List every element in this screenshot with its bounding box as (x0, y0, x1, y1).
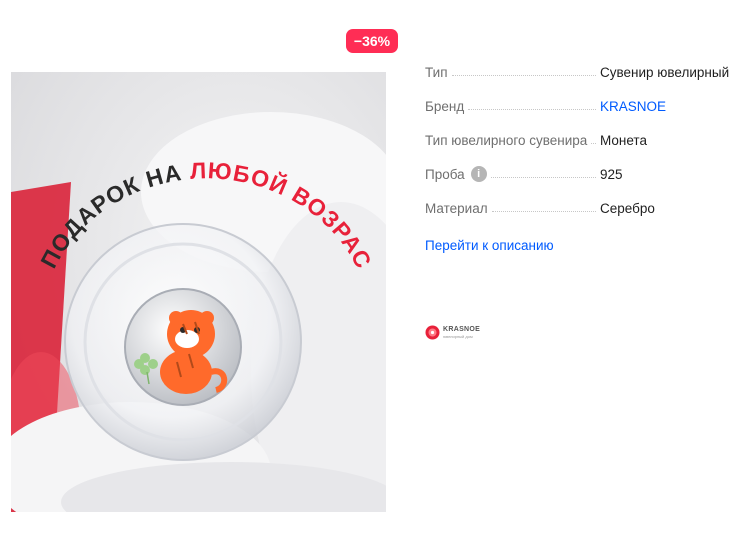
brand-link[interactable]: KRASNOE (600, 99, 730, 114)
spec-row-material: Материал Серебро (425, 196, 730, 216)
dotted-leader (451, 75, 596, 76)
spec-label: Тип ювелирного сувенира (425, 133, 588, 148)
dotted-leader (591, 143, 596, 144)
spec-value: Сувенир ювелирный (600, 65, 730, 80)
brand-logo-tagline: ювелирный дом (443, 334, 473, 339)
dotted-leader (468, 109, 596, 110)
spec-value: Монета (600, 133, 647, 148)
spec-label: Тип (425, 65, 448, 80)
spec-label: Проба (425, 166, 465, 182)
spec-value: 925 (600, 167, 623, 182)
dotted-leader (491, 211, 596, 212)
spec-value: Серебро (600, 201, 655, 216)
spec-row-type: Тип Сувенир ювелирный (425, 60, 730, 80)
brand-logo-name: KRASNOE (443, 326, 481, 333)
spec-row-souvenir-type: Тип ювелирного сувенира Монета (425, 128, 730, 148)
coin-photo: ПОДАРОК НА ЛЮБОЙ ВОЗРАСТ (11, 72, 386, 512)
spec-row-brand: Бренд KRASNOE (425, 94, 730, 114)
discount-badge: −36% (346, 29, 398, 53)
brand-logo-icon (425, 325, 440, 340)
spec-label: Материал (425, 201, 488, 216)
spec-label: Бренд (425, 99, 465, 114)
dotted-leader (490, 177, 596, 178)
spec-label-wrap: Проба i (425, 166, 487, 182)
brand-logo[interactable]: KRASNOE ювелирный дом (425, 325, 480, 340)
go-to-description-link[interactable]: Перейти к описанию (425, 238, 554, 253)
spec-row-hallmark: Проба i 925 (425, 162, 730, 182)
info-icon[interactable]: i (470, 166, 487, 182)
product-image[interactable]: ПОДАРОК НА ЛЮБОЙ ВОЗРАСТ (11, 72, 386, 512)
